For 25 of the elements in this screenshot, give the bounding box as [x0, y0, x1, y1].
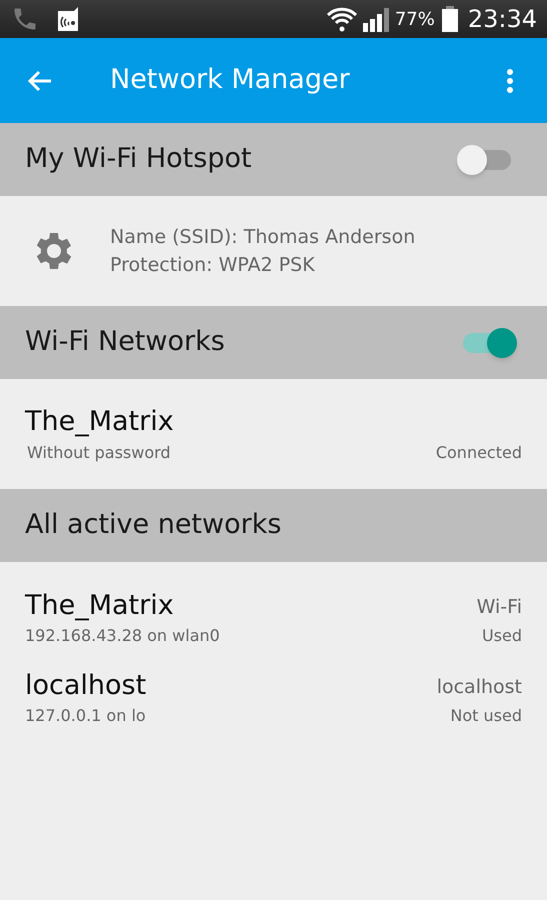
network-type: localhost	[436, 675, 522, 700]
signal-icon	[362, 5, 392, 33]
section-title: Wi-Fi Networks	[25, 325, 225, 360]
back-arrow-icon	[27, 68, 53, 92]
network-status: Connected	[436, 442, 522, 464]
battery-percent: 77%	[394, 8, 435, 32]
section-title: My Wi-Fi Hotspot	[25, 142, 252, 176]
network-name: The_Matrix	[25, 589, 175, 623]
battery-icon	[440, 5, 460, 33]
network-name[interactable]: The_Matrix	[25, 403, 522, 441]
clock: 23:34	[468, 4, 537, 35]
network-usage: Used	[482, 625, 522, 647]
network-name: localhost	[25, 669, 146, 703]
hotspot-info-text: Protection: WPA2 PSK	[110, 253, 316, 278]
network-type: Wi-Fi	[476, 595, 522, 620]
wifi-icon	[326, 5, 358, 33]
network-security: Without password	[27, 442, 171, 464]
hotspot-info-text: Name (SSID): Thomas Anderson	[110, 225, 416, 250]
section-title: All active networks	[25, 508, 282, 542]
app-title: Network Manager	[110, 63, 351, 98]
network-address: 192.168.43.28 on wlan0	[25, 625, 220, 647]
hotspot-icon	[55, 5, 81, 33]
more-vertical-icon	[506, 68, 514, 94]
network-usage: Not used	[450, 705, 522, 727]
network-address: 127.0.0.1 on lo	[25, 705, 146, 727]
